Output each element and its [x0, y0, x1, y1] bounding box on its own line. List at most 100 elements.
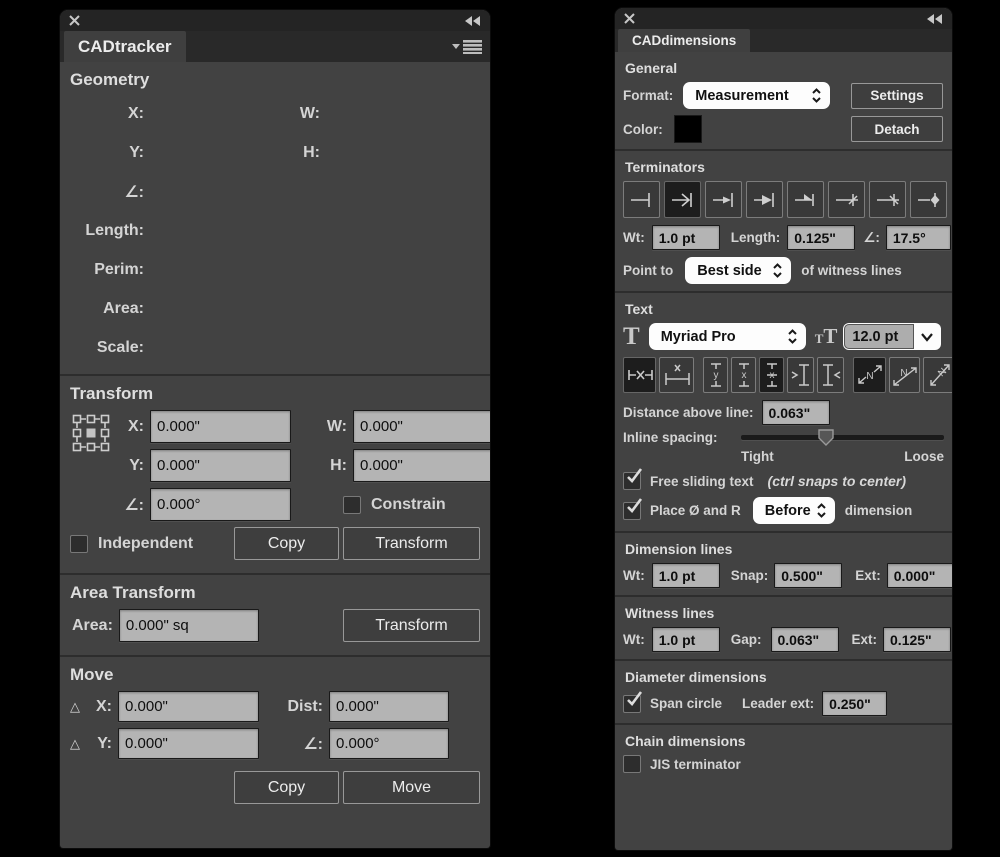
- copy-button-label: Copy: [268, 535, 305, 553]
- area-input[interactable]: [119, 609, 259, 642]
- caddimensions-tabstrip: CADdimensions: [615, 29, 952, 52]
- text-above-line-button[interactable]: [659, 357, 694, 393]
- independent-checkbox[interactable]: [70, 535, 88, 553]
- text-diagonal-horizontal-button[interactable]: N: [923, 357, 952, 393]
- leader-ext-input[interactable]: [822, 691, 887, 716]
- font-size-dropdown[interactable]: [914, 332, 940, 342]
- text-title: Text: [625, 301, 944, 317]
- terminator-oblique-tick-button[interactable]: [828, 181, 865, 218]
- point-to-value: Best side: [697, 263, 761, 279]
- dim-ext-input[interactable]: [887, 563, 952, 588]
- format-row: Format: Measurement Settings: [623, 82, 944, 109]
- move-button[interactable]: Move: [343, 771, 480, 804]
- area-transform-button-label: Transform: [375, 617, 447, 635]
- text-inline-button[interactable]: [623, 357, 656, 393]
- jis-terminator-checkbox[interactable]: [623, 755, 641, 773]
- collapse-icon[interactable]: [465, 16, 481, 26]
- panel-menu-icon[interactable]: [452, 39, 482, 54]
- wit-ext-input[interactable]: [883, 627, 951, 652]
- font-size-field[interactable]: 12.0 pt: [844, 324, 914, 349]
- text-vertical-strike-button[interactable]: x: [759, 357, 784, 393]
- font-dropdown[interactable]: Myriad Pro: [649, 323, 806, 350]
- tab-cadtracker[interactable]: CADtracker: [64, 31, 186, 62]
- move-copy-button[interactable]: Copy: [234, 771, 339, 804]
- move-y-input[interactable]: [118, 728, 259, 759]
- text-inline-icon: [626, 362, 654, 388]
- move-y-label: Y:: [88, 735, 112, 753]
- svg-text:N: N: [900, 368, 907, 379]
- settings-button[interactable]: Settings: [851, 83, 943, 109]
- transform-w-input[interactable]: [353, 410, 490, 443]
- terminator-thin-arrow-button[interactable]: [705, 181, 742, 218]
- terminator-half-arrow-button[interactable]: [787, 181, 824, 218]
- color-label: Color:: [623, 122, 663, 137]
- detach-button[interactable]: Detach: [851, 116, 943, 142]
- close-icon[interactable]: [624, 13, 635, 24]
- area-transform-row: Area: Transform: [68, 609, 482, 642]
- terminator-tick-button[interactable]: [623, 181, 660, 218]
- constrain-checkbox[interactable]: [343, 496, 361, 514]
- transform-h-input[interactable]: [353, 449, 490, 482]
- transform-apply-button[interactable]: Transform: [343, 527, 480, 560]
- wit-ext-label: Ext:: [852, 632, 878, 647]
- distance-input[interactable]: [762, 400, 830, 425]
- geometry-area-label: Area:: [68, 300, 144, 318]
- free-sliding-row: Free sliding text (ctrl snaps to center): [623, 472, 944, 490]
- constrain-label: Constrain: [371, 496, 446, 514]
- terminator-oblique-tick-reverse-button[interactable]: [869, 181, 906, 218]
- transform-copy-button[interactable]: Copy: [234, 527, 339, 560]
- area-transform-title: Area Transform: [70, 583, 482, 603]
- transform-angle-input[interactable]: [150, 488, 291, 521]
- text-left-of-line-button[interactable]: [787, 357, 814, 393]
- terminator-angle-input[interactable]: [886, 225, 951, 250]
- move-angle-input[interactable]: [329, 728, 449, 759]
- place-checkbox[interactable]: [623, 502, 641, 520]
- transform-title: Transform: [70, 384, 482, 404]
- move-x-input[interactable]: [118, 691, 259, 722]
- terminator-length-input[interactable]: [787, 225, 855, 250]
- terminator-open-arrow-button[interactable]: [664, 181, 701, 218]
- text-diagonal-inline-button[interactable]: N: [853, 357, 886, 393]
- tab-caddimensions[interactable]: CADdimensions: [618, 29, 750, 52]
- terminator-oblique-tick-icon: [834, 190, 860, 210]
- place-dropdown[interactable]: Before: [753, 497, 835, 524]
- text-vertical-x-button[interactable]: x: [731, 357, 756, 393]
- wit-wt-input[interactable]: [652, 627, 720, 652]
- terminator-wt-input[interactable]: [652, 225, 720, 250]
- free-sliding-checkbox[interactable]: [623, 472, 641, 490]
- terminator-length-label: Length:: [731, 230, 781, 245]
- terminator-diamond-button[interactable]: [910, 181, 947, 218]
- geometry-w-label: W:: [144, 105, 320, 123]
- updown-chevron-icon: [815, 502, 828, 519]
- inline-spacing-thumb[interactable]: [818, 429, 834, 447]
- reference-point-proxy-icon[interactable]: [72, 414, 110, 452]
- wit-gap-input[interactable]: [771, 627, 839, 652]
- move-dist-input[interactable]: [329, 691, 449, 722]
- transform-y-input[interactable]: [150, 449, 291, 482]
- general-title: General: [625, 60, 944, 76]
- transform-y-label: Y:: [68, 457, 144, 475]
- text-vertical-y-button[interactable]: y: [703, 357, 728, 393]
- dimension-lines-title: Dimension lines: [625, 541, 944, 557]
- geometry-section: Geometry X: W: Y: H: ∠: Length: Perim: A…: [60, 62, 490, 374]
- font-size-combo[interactable]: 12.0 pt: [843, 323, 941, 350]
- point-to-dropdown[interactable]: Best side: [685, 257, 791, 284]
- text-right-of-line-button[interactable]: [817, 357, 844, 393]
- dim-snap-input[interactable]: [774, 563, 842, 588]
- span-circle-checkbox[interactable]: [623, 695, 641, 713]
- collapse-icon[interactable]: [927, 14, 943, 24]
- area-transform-button[interactable]: Transform: [343, 609, 480, 642]
- move-row-y: △ Y: ∠:: [68, 728, 482, 759]
- dim-wt-input[interactable]: [652, 563, 720, 588]
- format-dropdown[interactable]: Measurement: [683, 82, 830, 109]
- transform-x-input[interactable]: [150, 410, 291, 443]
- text-diagonal-above-button[interactable]: N: [889, 357, 920, 393]
- inline-spacing-slider[interactable]: [741, 435, 944, 440]
- color-swatch[interactable]: [675, 116, 701, 142]
- terminators-section: Terminators Wt: Length: ∠: [615, 149, 952, 291]
- svg-text:x: x: [741, 370, 746, 381]
- font-size-tT-icon: TT: [815, 326, 838, 347]
- witness-lines-section: Witness lines Wt: Gap: Ext:: [615, 595, 952, 659]
- terminator-filled-arrow-button[interactable]: [746, 181, 783, 218]
- close-icon[interactable]: [69, 15, 80, 26]
